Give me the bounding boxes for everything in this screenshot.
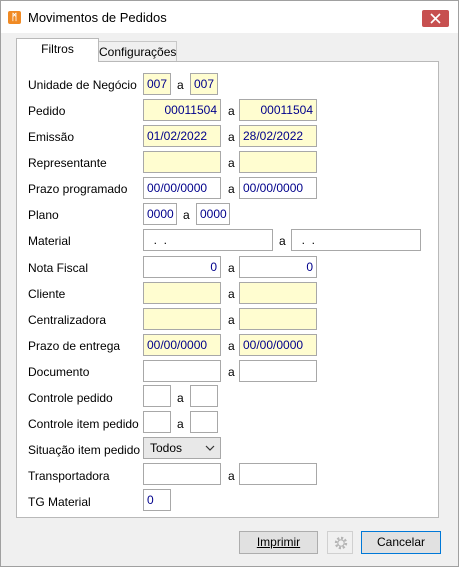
plano-from-field[interactable]: 0000 — [143, 203, 177, 225]
unidade-negocio-from-field[interactable]: 007 — [143, 73, 171, 95]
emissao-from-field[interactable]: 01/02/2022 — [143, 125, 221, 147]
tg-material-label: TG Material — [28, 495, 91, 509]
nota-fiscal-to-field[interactable]: 0 — [239, 256, 317, 278]
prazo-entrega-range-sep: a — [228, 339, 235, 353]
material-range-sep: a — [279, 234, 286, 248]
window-title: Movimentos de Pedidos — [28, 10, 167, 25]
prazo-programado-label: Prazo programado — [28, 182, 128, 196]
print-button[interactable]: Imprimir — [239, 531, 318, 554]
plano-label: Plano — [28, 208, 59, 222]
representante-label: Representante — [28, 156, 107, 170]
material-label: Material — [28, 234, 71, 248]
cancel-button[interactable]: Cancelar — [361, 531, 441, 554]
title-bar: ᛗ Movimentos de Pedidos — [1, 1, 458, 33]
cliente-range-sep: a — [228, 287, 235, 301]
emissao-range-sep: a — [228, 130, 235, 144]
controle-pedido-label: Controle pedido — [28, 391, 113, 405]
cliente-to-field[interactable] — [239, 282, 317, 304]
transportadora-range-sep: a — [228, 469, 235, 483]
print-button-label: Imprimir — [256, 535, 301, 549]
prazo-entrega-to-field[interactable]: 00/00/0000 — [239, 334, 317, 356]
tab-configuracoes[interactable]: Configurações — [99, 41, 177, 62]
unidade-negocio-range-sep: a — [177, 78, 184, 92]
gear-icon — [334, 536, 348, 550]
controle-pedido-to-field[interactable] — [190, 385, 218, 407]
pedido-to-field[interactable]: 00011504 — [239, 99, 317, 121]
centralizadora-from-field[interactable] — [143, 308, 221, 330]
controle-item-pedido-to-field[interactable] — [190, 411, 218, 433]
emissao-to-field[interactable]: 28/02/2022 — [239, 125, 317, 147]
representante-from-field[interactable] — [143, 151, 221, 173]
prazo-programado-range-sep: a — [228, 182, 235, 196]
transportadora-to-field[interactable] — [239, 463, 317, 485]
situacao-item-pedido-select[interactable]: Todos — [143, 437, 221, 459]
cancel-button-label: Cancelar — [376, 535, 426, 549]
controle-item-pedido-from-field[interactable] — [143, 411, 171, 433]
prazo-entrega-label: Prazo de entrega — [28, 339, 121, 353]
representante-to-field[interactable] — [239, 151, 317, 173]
controle-pedido-range-sep: a — [177, 391, 184, 405]
representante-range-sep: a — [228, 156, 235, 170]
material-from-field[interactable]: . . — [143, 229, 273, 251]
nota-fiscal-label: Nota Fiscal — [28, 261, 89, 275]
pedido-from-field[interactable]: 00011504 — [143, 99, 221, 121]
chevron-down-icon — [205, 445, 215, 451]
transportadora-label: Transportadora — [28, 469, 110, 483]
emissao-label: Emissão — [28, 130, 75, 144]
centralizadora-to-field[interactable] — [239, 308, 317, 330]
prazo-programado-to-field[interactable]: 00/00/0000 — [239, 177, 317, 199]
settings-button[interactable] — [327, 531, 353, 554]
prazo-entrega-from-field[interactable]: 00/00/0000 — [143, 334, 221, 356]
tg-material-field[interactable]: 0 — [143, 489, 171, 511]
controle-pedido-from-field[interactable] — [143, 385, 171, 407]
cliente-from-field[interactable] — [143, 282, 221, 304]
nota-fiscal-from-field[interactable]: 0 — [143, 256, 221, 278]
situacao-item-pedido-value: Todos — [150, 441, 183, 455]
pedido-range-sep: a — [228, 104, 235, 118]
documento-range-sep: a — [228, 365, 235, 379]
documento-label: Documento — [28, 365, 90, 379]
plano-to-field[interactable]: 0000 — [196, 203, 230, 225]
centralizadora-label: Centralizadora — [28, 313, 107, 327]
centralizadora-range-sep: a — [228, 313, 235, 327]
controle-item-pedido-range-sep: a — [177, 417, 184, 431]
cliente-label: Cliente — [28, 287, 66, 301]
unidade-negocio-label: Unidade de Negócio — [28, 78, 137, 92]
nota-fiscal-range-sep: a — [228, 261, 235, 275]
close-button[interactable] — [422, 10, 449, 27]
prazo-programado-from-field[interactable]: 00/00/0000 — [143, 177, 221, 199]
tab-filtros[interactable]: Filtros — [16, 38, 99, 62]
situacao-item-pedido-label: Situação item pedido — [28, 443, 141, 457]
documento-to-field[interactable] — [239, 360, 317, 382]
plano-range-sep: a — [183, 208, 190, 222]
transportadora-from-field[interactable] — [143, 463, 221, 485]
controle-item-pedido-label: Controle item pedido — [28, 417, 139, 431]
pedido-label: Pedido — [28, 104, 66, 118]
unidade-negocio-to-field[interactable]: 007 — [190, 73, 218, 95]
material-to-field[interactable]: . . — [291, 229, 421, 251]
documento-from-field[interactable] — [143, 360, 221, 382]
app-icon: ᛗ — [8, 11, 21, 24]
close-icon — [430, 13, 441, 24]
